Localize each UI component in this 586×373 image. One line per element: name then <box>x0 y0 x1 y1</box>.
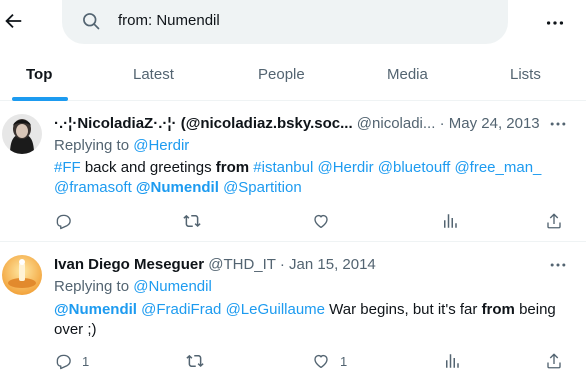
highlight-term: from <box>215 159 250 176</box>
mention-link[interactable]: @framasoft <box>54 179 132 196</box>
mention-link[interactable]: @Herdir <box>318 159 374 176</box>
tab-media[interactable]: Media <box>387 66 428 83</box>
like-button[interactable] <box>312 210 340 232</box>
tweet-header: ·.·¦·NicoladiaZ·.·¦· (@nicoladiaz.bsky.s… <box>54 115 540 132</box>
views-icon <box>446 354 459 368</box>
handle[interactable]: @THD_IT <box>208 256 275 273</box>
tweet-header: Ivan Diego Meseguer @THD_IT · Jan 15, 20… <box>54 256 376 273</box>
retweet-icon <box>186 354 204 367</box>
share-icon <box>547 353 561 369</box>
share-button[interactable] <box>545 210 563 232</box>
reply-button[interactable]: 1 <box>54 350 89 372</box>
tweet-text: @Numendil @FradiFrad @LeGuillaume War be… <box>54 300 564 340</box>
search-icon <box>83 13 100 30</box>
share-button[interactable] <box>545 350 563 372</box>
handle[interactable]: @nicoladi... <box>357 115 436 132</box>
mention-link[interactable]: @Spartition <box>223 179 302 196</box>
mention-link[interactable]: @Herdir <box>133 137 189 154</box>
tweet-actions <box>0 210 586 234</box>
mention-link[interactable]: @free_man_ <box>454 159 541 176</box>
replying-label: Replying to <box>54 137 130 154</box>
separator: · <box>439 115 445 132</box>
tab-top[interactable]: Top <box>26 66 52 83</box>
replying-to: Replying to @Herdir <box>54 137 189 154</box>
avatar[interactable] <box>2 114 42 154</box>
mention-link-highlight[interactable]: @Numendil <box>54 301 137 318</box>
heart-icon <box>314 214 328 229</box>
reply-button[interactable] <box>54 210 82 232</box>
text-run: back and greetings <box>80 159 216 176</box>
timestamp[interactable]: May 24, 2013 <box>449 115 540 132</box>
avatar[interactable] <box>2 255 42 295</box>
search-box[interactable]: from: Numendil <box>62 0 508 44</box>
like-button[interactable]: 1 <box>312 350 347 372</box>
reply-icon <box>56 354 71 370</box>
tweet-actions: 1 1 <box>0 350 586 373</box>
tab-lists[interactable]: Lists <box>510 66 541 83</box>
reply-icon <box>56 214 71 230</box>
tweet-text: #FF back and greetings from #istanbul @H… <box>54 158 564 198</box>
mention-link[interactable]: @Numendil <box>133 278 212 295</box>
replying-label: Replying to <box>54 278 130 295</box>
retweet-icon <box>183 214 201 227</box>
tweet[interactable]: ·.·¦·NicoladiaZ·.·¦· (@nicoladiaz.bsky.s… <box>0 102 586 242</box>
reply-count: 1 <box>82 353 90 369</box>
active-tab-indicator <box>12 97 68 101</box>
retweet-button[interactable] <box>186 350 214 372</box>
mention-link-highlight[interactable]: @Numendil <box>136 179 219 196</box>
views-button[interactable] <box>443 350 471 372</box>
display-name[interactable]: Ivan Diego Meseguer <box>54 256 204 273</box>
retweet-button[interactable] <box>183 210 211 232</box>
mention-link[interactable]: @bluetouff <box>378 159 451 176</box>
separator: · <box>279 256 285 273</box>
tab-people[interactable]: People <box>258 66 305 83</box>
tab-latest[interactable]: Latest <box>133 66 174 83</box>
hashtag-link[interactable]: #istanbul <box>253 159 313 176</box>
back-arrow-icon[interactable] <box>2 10 24 32</box>
top-bar: from: Numendil <box>0 0 586 44</box>
search-input[interactable]: from: Numendil <box>118 12 220 29</box>
display-name[interactable]: ·.·¦·NicoladiaZ·.·¦· (@nicoladiaz.bsky.s… <box>54 115 353 132</box>
more-icon[interactable] <box>548 114 568 134</box>
tweet[interactable]: Ivan Diego Meseguer @THD_IT · Jan 15, 20… <box>0 243 586 373</box>
views-icon <box>444 214 457 228</box>
search-tabs: Top Latest People Media Lists <box>0 50 586 101</box>
mention-link[interactable]: @LeGuillaume <box>226 301 325 318</box>
timestamp[interactable]: Jan 15, 2014 <box>289 256 376 273</box>
like-count: 1 <box>340 353 348 369</box>
replying-to: Replying to @Numendil <box>54 278 212 295</box>
hashtag-link[interactable]: #FF <box>54 159 81 176</box>
views-button[interactable] <box>441 210 469 232</box>
mention-link[interactable]: @FradiFrad <box>141 301 221 318</box>
more-icon[interactable] <box>548 255 568 275</box>
highlight-term: from <box>481 301 515 318</box>
share-icon <box>547 213 561 229</box>
heart-icon <box>314 354 328 369</box>
more-options-icon[interactable] <box>544 12 566 34</box>
text-run: War begins, but it's far <box>325 301 482 318</box>
